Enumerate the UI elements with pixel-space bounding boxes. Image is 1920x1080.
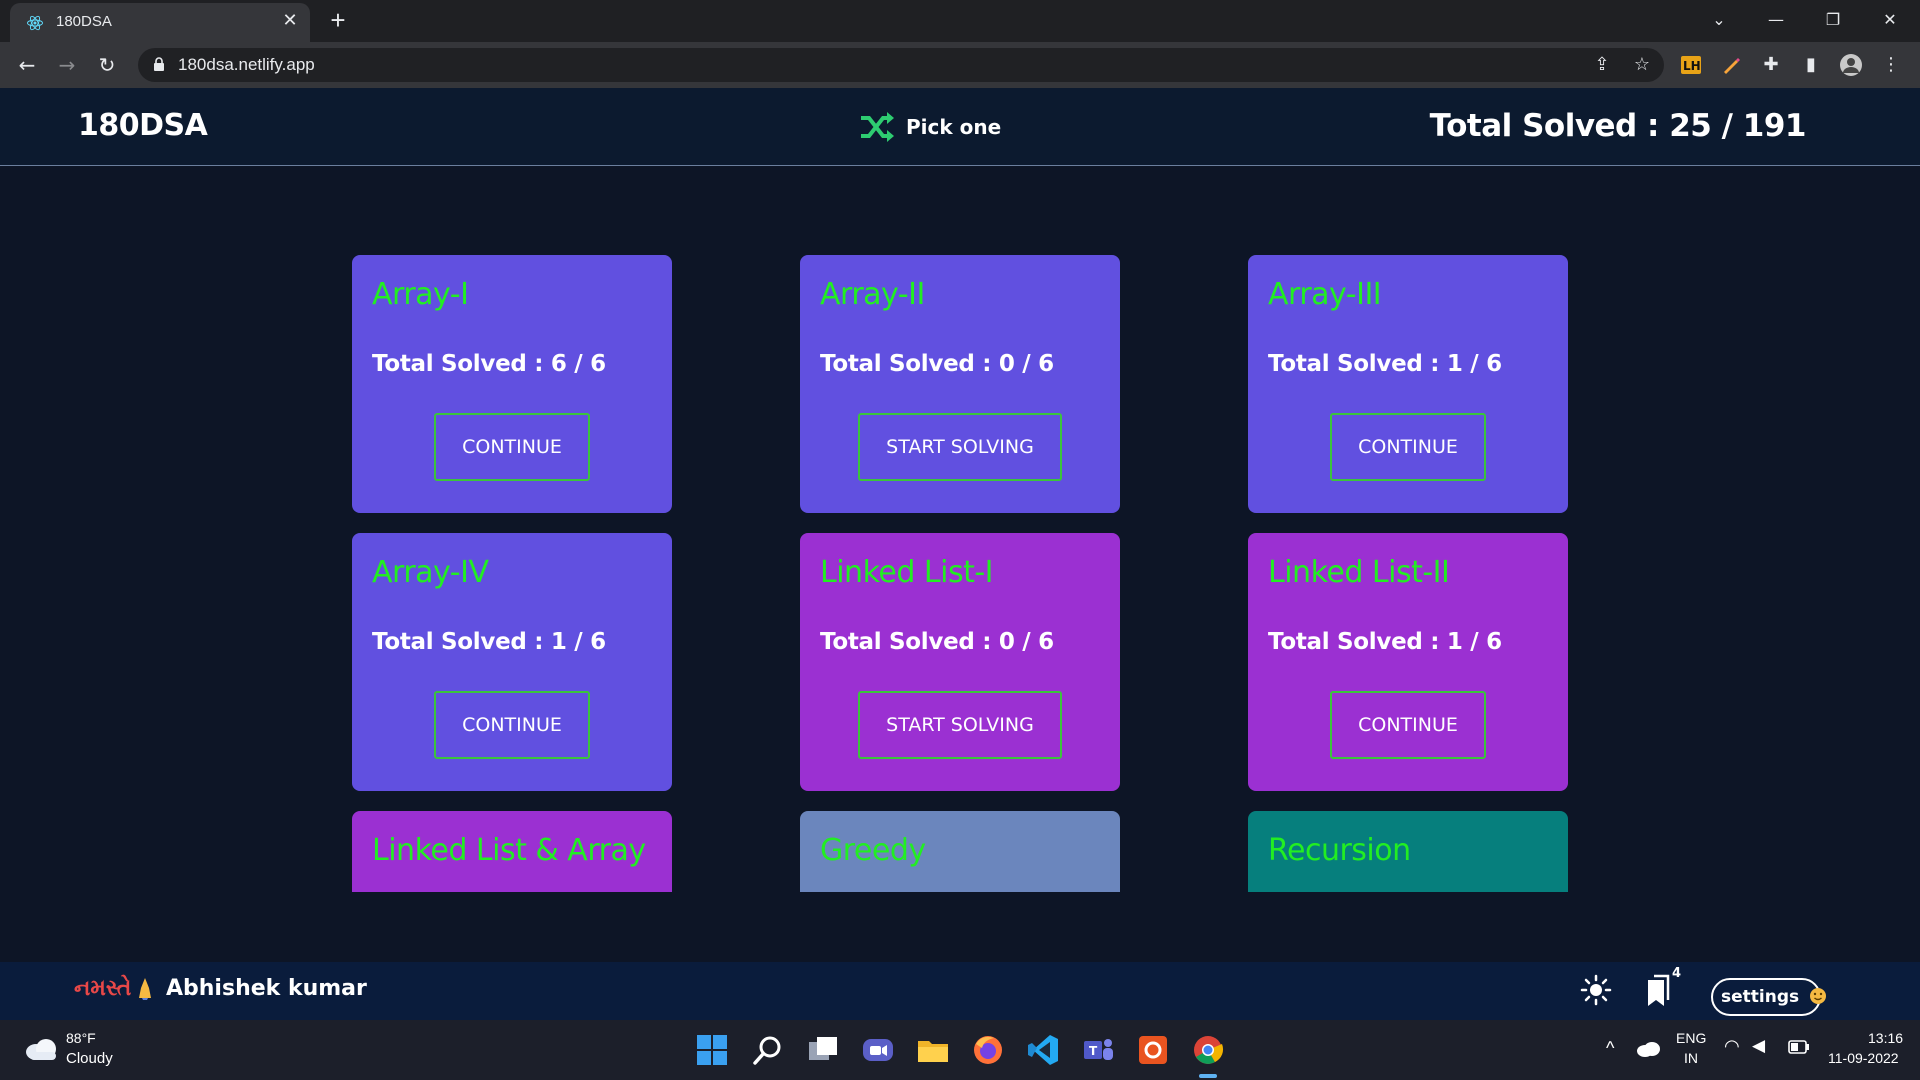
card-solved-count: Total Solved : 1 / 6 (372, 629, 606, 655)
greeting-text: નમસ્તે (74, 976, 132, 1001)
weather-description[interactable]: Cloudy (66, 1050, 113, 1067)
card-title: Greedy (820, 833, 926, 868)
topic-card-array-1: Array-I Total Solved : 6 / 6 CONTINUE (352, 255, 672, 513)
lighthouse-extension-icon[interactable]: LH (1676, 50, 1706, 80)
settings-label: settings (1721, 987, 1800, 1007)
sun-icon[interactable] (1580, 974, 1612, 1006)
star-icon[interactable]: ☆ (1630, 53, 1654, 77)
card-title: Linked List-I (820, 555, 994, 590)
side-panel-icon[interactable]: ▮ (1796, 50, 1826, 80)
start-solving-button[interactable]: START SOLVING (858, 691, 1062, 759)
card-solved-count: Total Solved : 0 / 6 (820, 351, 1054, 377)
search-icon[interactable] (750, 1032, 786, 1068)
bookmark-count: 4 (1672, 966, 1682, 981)
pick-one-label: Pick one (906, 115, 1002, 139)
back-arrow-icon[interactable]: ← (12, 50, 42, 80)
browser-toolbar: ← → ↻ 180dsa.netlify.app ⇪ ☆ LH ✚ ▮ ⋮ (0, 42, 1920, 88)
settings-button[interactable]: settings (1711, 978, 1827, 1016)
chrome-icon[interactable] (1190, 1032, 1226, 1068)
card-solved-count: Total Solved : 0 / 6 (820, 629, 1054, 655)
continue-button[interactable]: CONTINUE (434, 413, 590, 481)
minimize-button[interactable]: — (1756, 6, 1796, 34)
wifi-icon[interactable]: ◠ (1724, 1036, 1740, 1057)
folded-hands-icon (139, 978, 151, 1000)
weather-temperature[interactable]: 88°F (66, 1030, 96, 1046)
card-title: Array-III (1268, 277, 1382, 312)
vscode-icon[interactable] (1025, 1032, 1061, 1068)
browser-tab-strip: 180DSA ✕ + ⌄ — ❐ ✕ (0, 0, 1920, 42)
card-title: Array-II (820, 277, 925, 312)
user-name: Abhishek kumar (166, 976, 367, 1001)
smiley-icon (1810, 988, 1827, 1004)
topics-grid: Array-I Total Solved : 6 / 6 CONTINUE Ar… (0, 167, 1920, 962)
pen-extension-icon[interactable] (1716, 50, 1746, 80)
brand-logo[interactable]: 180DSA (78, 108, 208, 143)
topic-card-array-4: Array-IV Total Solved : 1 / 6 CONTINUE (352, 533, 672, 791)
continue-button[interactable]: CONTINUE (434, 691, 590, 759)
clock-date[interactable]: 11-09-2022 (1828, 1050, 1899, 1066)
card-title: Linked List & Array (372, 833, 646, 868)
card-title: Recursion (1268, 833, 1411, 868)
url-text: 180dsa.netlify.app (178, 55, 315, 74)
onedrive-icon[interactable] (1636, 1040, 1660, 1058)
continue-button[interactable]: CONTINUE (1330, 691, 1486, 759)
card-title: Array-IV (372, 555, 489, 590)
teams-chat-icon[interactable] (860, 1032, 896, 1068)
language-indicator-top[interactable]: ENG (1676, 1030, 1706, 1046)
restore-button[interactable]: ❐ (1813, 6, 1853, 34)
cloud-icon (26, 1039, 56, 1060)
volume-icon[interactable]: ◀ (1752, 1036, 1765, 1056)
tab-title: 180DSA (56, 13, 112, 30)
firefox-icon[interactable] (970, 1032, 1006, 1068)
topic-card-array-3: Array-III Total Solved : 1 / 6 CONTINUE (1248, 255, 1568, 513)
reload-icon[interactable]: ↻ (92, 50, 122, 80)
puzzle-icon[interactable]: ✚ (1756, 50, 1786, 80)
card-solved-count: Total Solved : 1 / 6 (1268, 629, 1502, 655)
shuffle-icon (861, 112, 894, 142)
browser-menu-icon[interactable]: ⋮ (1876, 50, 1906, 80)
tab-search-icon[interactable]: ⌄ (1699, 6, 1739, 34)
address-bar[interactable]: 180dsa.netlify.app ⇪ ☆ (138, 48, 1664, 82)
new-tab-button[interactable]: + (323, 5, 353, 35)
svg-text:LH: LH (1683, 59, 1701, 73)
content-clip (0, 892, 1920, 962)
close-tab-icon[interactable]: ✕ (280, 10, 300, 34)
forward-arrow-icon[interactable]: → (52, 50, 82, 80)
bookmarks-button[interactable]: 4 (1640, 966, 1684, 1010)
topic-card-linked-list-1: Linked List-I Total Solved : 0 / 6 START… (800, 533, 1120, 791)
card-solved-count: Total Solved : 1 / 6 (1268, 351, 1502, 377)
start-solving-button[interactable]: START SOLVING (858, 413, 1062, 481)
card-title: Array-I (372, 277, 469, 312)
file-explorer-icon[interactable] (915, 1032, 951, 1068)
tray-chevron-icon[interactable]: ^ (1606, 1038, 1614, 1059)
os-taskbar: 88°F Cloudy T ^ ENG IN ◠ ◀ 13:16 11-09-2… (0, 1020, 1920, 1080)
react-icon (27, 15, 43, 31)
topic-card-array-2: Array-II Total Solved : 0 / 6 START SOLV… (800, 255, 1120, 513)
svg-text:T: T (1089, 1044, 1098, 1058)
continue-button[interactable]: CONTINUE (1330, 413, 1486, 481)
app-footer: નમસ્તે Abhishek kumar 4 settings (0, 962, 1920, 1020)
teams-icon[interactable]: T (1080, 1032, 1116, 1068)
battery-icon[interactable] (1788, 1040, 1810, 1054)
close-window-button[interactable]: ✕ (1870, 6, 1910, 34)
card-solved-count: Total Solved : 6 / 6 (372, 351, 606, 377)
task-view-icon[interactable] (805, 1032, 841, 1068)
total-solved: Total Solved : 25 / 191 (1429, 108, 1807, 144)
active-app-indicator (1199, 1074, 1217, 1078)
app-header: 180DSA Pick one Total Solved : 25 / 191 (0, 88, 1920, 166)
share-icon[interactable]: ⇪ (1590, 53, 1614, 77)
language-indicator-bottom[interactable]: IN (1684, 1050, 1698, 1066)
ubuntu-icon[interactable] (1135, 1032, 1171, 1068)
profile-avatar[interactable] (1836, 50, 1866, 80)
topic-card-linked-list-2: Linked List-II Total Solved : 1 / 6 CONT… (1248, 533, 1568, 791)
windows-start-icon[interactable] (694, 1032, 730, 1068)
lock-icon (154, 57, 164, 71)
browser-tab[interactable]: 180DSA ✕ (10, 3, 310, 42)
card-title: Linked List-II (1268, 555, 1450, 590)
clock-time[interactable]: 13:16 (1868, 1030, 1903, 1046)
